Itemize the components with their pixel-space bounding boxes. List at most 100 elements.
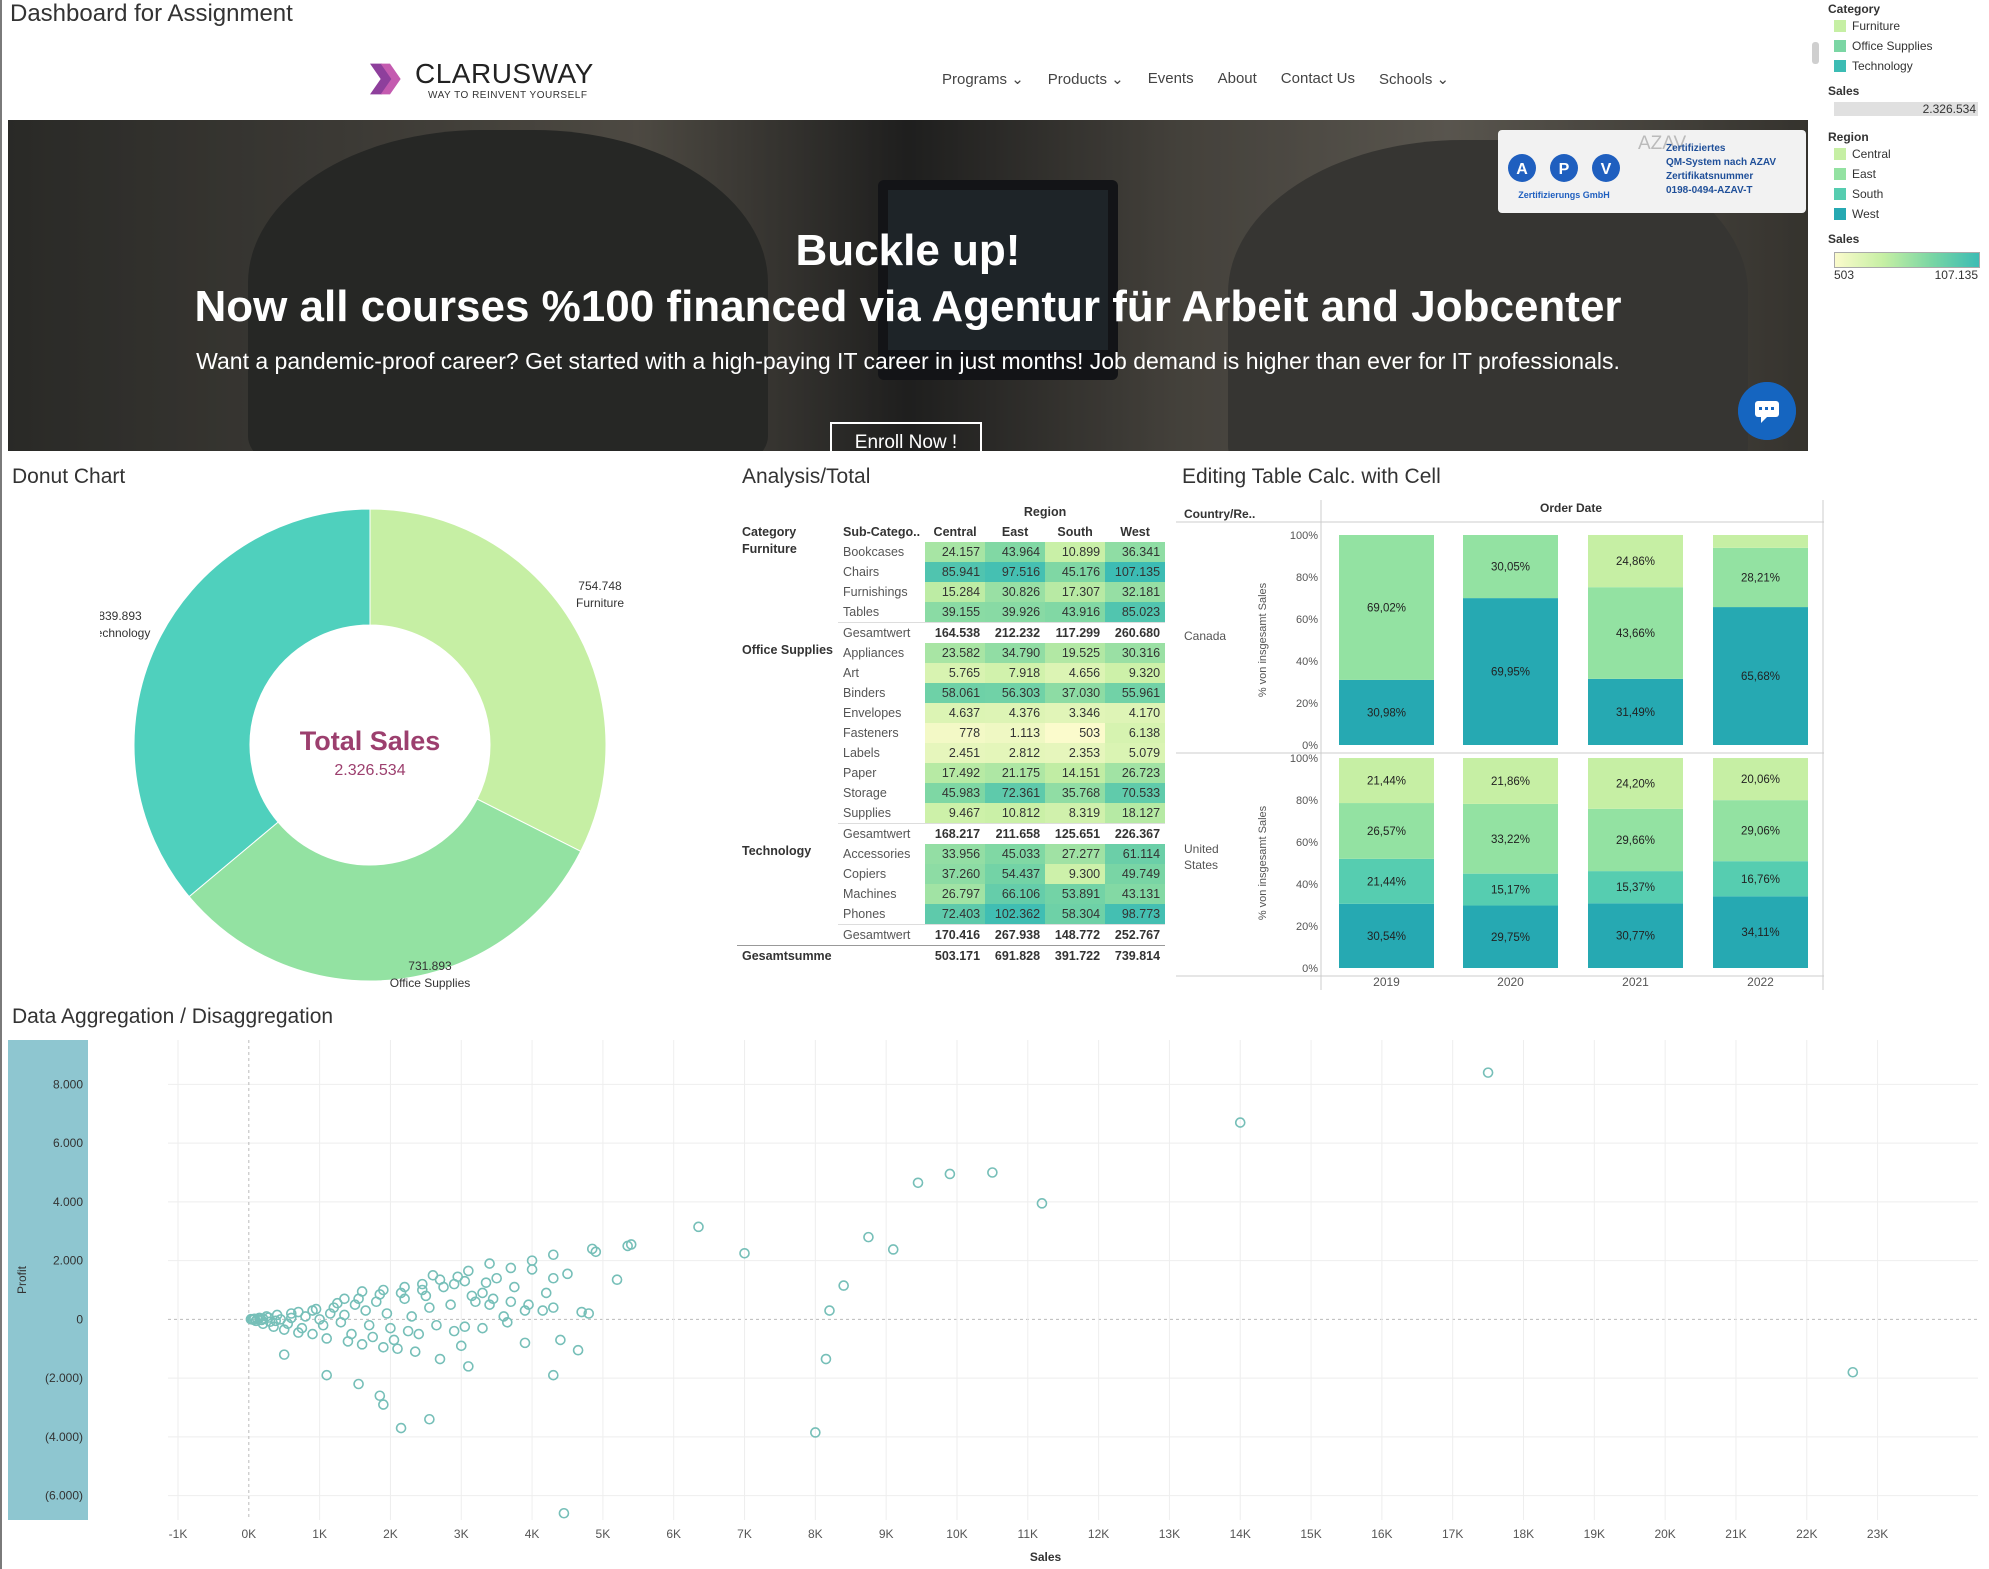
sales-cell[interactable]: 36.341: [1105, 542, 1166, 562]
scatter-point[interactable]: [887, 1244, 899, 1255]
scatter-point[interactable]: [548, 1302, 559, 1313]
sales-cell[interactable]: 53.891: [1045, 884, 1106, 904]
sales-cell[interactable]: 27.277: [1045, 844, 1106, 864]
sales-cell[interactable]: 49.749: [1105, 864, 1166, 884]
nav-schools[interactable]: Schools ⌄: [1379, 70, 1449, 88]
sales-cell[interactable]: 58.304: [1045, 904, 1106, 925]
scatter-point[interactable]: [820, 1353, 832, 1365]
sales-cell[interactable]: 24.157: [925, 542, 986, 562]
legend-category-item[interactable]: Furniture: [1828, 16, 1988, 36]
sales-cell[interactable]: 30.316: [1105, 643, 1166, 663]
legend-category-item[interactable]: Technology: [1828, 56, 1988, 76]
scatter-point[interactable]: [1036, 1198, 1048, 1209]
scatter-point[interactable]: [838, 1280, 849, 1291]
sales-cell[interactable]: 85.023: [1105, 602, 1166, 623]
scatter-point[interactable]: [987, 1167, 998, 1178]
sales-cell[interactable]: 14.151: [1045, 763, 1106, 783]
sales-cell[interactable]: 19.525: [1045, 643, 1106, 663]
sales-cell[interactable]: 26.797: [925, 884, 986, 904]
scatter-point[interactable]: [307, 1328, 318, 1340]
scatter-point[interactable]: [434, 1353, 446, 1365]
scatter-point[interactable]: [480, 1277, 492, 1288]
sales-cell[interactable]: 45.983: [925, 783, 986, 803]
scatter-point[interactable]: [505, 1262, 517, 1274]
sales-cell[interactable]: 72.403: [925, 904, 986, 925]
nav-events[interactable]: Events: [1148, 70, 1194, 88]
stacked-bar-chart[interactable]: Country/Re.. Order Date Canada 0% 20% 40% 60% 8…: [1176, 500, 1836, 1000]
scatter-point[interactable]: [445, 1299, 456, 1310]
legend-region-item[interactable]: Central: [1828, 144, 1988, 164]
scatter-point[interactable]: [463, 1265, 474, 1277]
sales-cell[interactable]: 7.918: [985, 663, 1046, 683]
scatter-point[interactable]: [346, 1328, 357, 1340]
scatter-point[interactable]: [431, 1319, 442, 1331]
scatter-point[interactable]: [824, 1305, 835, 1316]
scatter-point[interactable]: [572, 1344, 584, 1356]
sales-cell[interactable]: 18.127: [1105, 803, 1166, 824]
sales-cell[interactable]: 85.941: [925, 562, 986, 582]
scatter-point[interactable]: [392, 1343, 403, 1355]
scatter-point[interactable]: [402, 1325, 414, 1337]
sales-cell[interactable]: 33.956: [925, 844, 986, 864]
sales-cell[interactable]: 3.346: [1045, 703, 1106, 723]
sales-cell[interactable]: 70.533: [1105, 783, 1166, 803]
scatter-point[interactable]: [555, 1334, 566, 1346]
scatter-point[interactable]: [1847, 1366, 1859, 1378]
sales-cell[interactable]: 10.899: [1045, 542, 1106, 562]
sales-cell[interactable]: 102.362: [985, 904, 1046, 925]
scatter-point[interactable]: [434, 1274, 446, 1286]
scatter-point[interactable]: [491, 1272, 502, 1284]
sales-cell[interactable]: 778: [925, 723, 986, 743]
sales-cell[interactable]: 5.079: [1105, 743, 1166, 763]
sales-cell[interactable]: 43.916: [1045, 602, 1106, 623]
sales-cell[interactable]: 97.516: [985, 562, 1046, 582]
scatter-point[interactable]: [562, 1268, 573, 1280]
sales-cell[interactable]: 54.437: [985, 864, 1046, 884]
sales-cell[interactable]: 4.656: [1045, 663, 1106, 683]
sales-cell[interactable]: 43.131: [1105, 884, 1166, 904]
scatter-point[interactable]: [424, 1302, 435, 1313]
sales-cell[interactable]: 58.061: [925, 683, 986, 703]
legend-category-item[interactable]: Office Supplies: [1828, 36, 1988, 56]
scatter-point[interactable]: [1482, 1067, 1494, 1078]
scatter-point[interactable]: [339, 1309, 350, 1321]
nav-products[interactable]: Products ⌄: [1048, 70, 1124, 88]
sales-cell[interactable]: 45.176: [1045, 562, 1106, 582]
sales-cell[interactable]: 2.451: [925, 743, 986, 763]
sales-cell[interactable]: 72.361: [985, 783, 1046, 803]
scatter-point[interactable]: [406, 1311, 417, 1322]
scatter-point[interactable]: [558, 1507, 570, 1519]
sales-cell[interactable]: 34.790: [985, 643, 1046, 663]
sales-cell[interactable]: 26.723: [1105, 763, 1166, 783]
nav-about[interactable]: About: [1218, 70, 1257, 88]
sales-cell[interactable]: 30.826: [985, 582, 1046, 602]
scatter-point[interactable]: [356, 1286, 368, 1297]
scatter-point[interactable]: [477, 1287, 488, 1299]
scatter-point[interactable]: [505, 1296, 517, 1308]
web-scrollbar-thumb[interactable]: [1812, 42, 1819, 64]
sales-cell[interactable]: 8.319: [1045, 803, 1106, 824]
scatter-point[interactable]: [367, 1331, 379, 1343]
sales-cell[interactable]: 4.376: [985, 703, 1046, 723]
sales-cell[interactable]: 23.582: [925, 643, 986, 663]
legend-region-item[interactable]: East: [1828, 164, 1988, 184]
donut-chart[interactable]: 754.748 Furniture 731.893 Office Supplies 83…: [100, 490, 660, 1010]
sales-cell[interactable]: 61.114: [1105, 844, 1166, 864]
web-scrollbar[interactable]: [1810, 40, 1820, 440]
scatter-point[interactable]: [477, 1322, 488, 1334]
scatter-point[interactable]: [693, 1221, 704, 1233]
enroll-button[interactable]: Enroll Now !: [830, 422, 982, 451]
sales-cell[interactable]: 37.030: [1045, 683, 1106, 703]
sales-cell[interactable]: 503: [1045, 723, 1106, 743]
sales-cell[interactable]: 66.106: [985, 884, 1046, 904]
scatter-point[interactable]: [363, 1319, 375, 1331]
scatter-point[interactable]: [417, 1278, 428, 1290]
legend-region-item[interactable]: West: [1828, 204, 1988, 224]
scatter-chart[interactable]: Profit 8.000 6.000 4.000 2.000 0 (2.000) (4.000…: [8, 1040, 1983, 1565]
clarusway-logo-icon[interactable]: [370, 56, 410, 102]
sales-cell[interactable]: 2.812: [985, 743, 1046, 763]
scatter-point[interactable]: [548, 1249, 559, 1261]
scatter-point[interactable]: [912, 1177, 924, 1189]
scatter-point[interactable]: [378, 1341, 389, 1353]
sales-cell[interactable]: 15.284: [925, 582, 986, 602]
